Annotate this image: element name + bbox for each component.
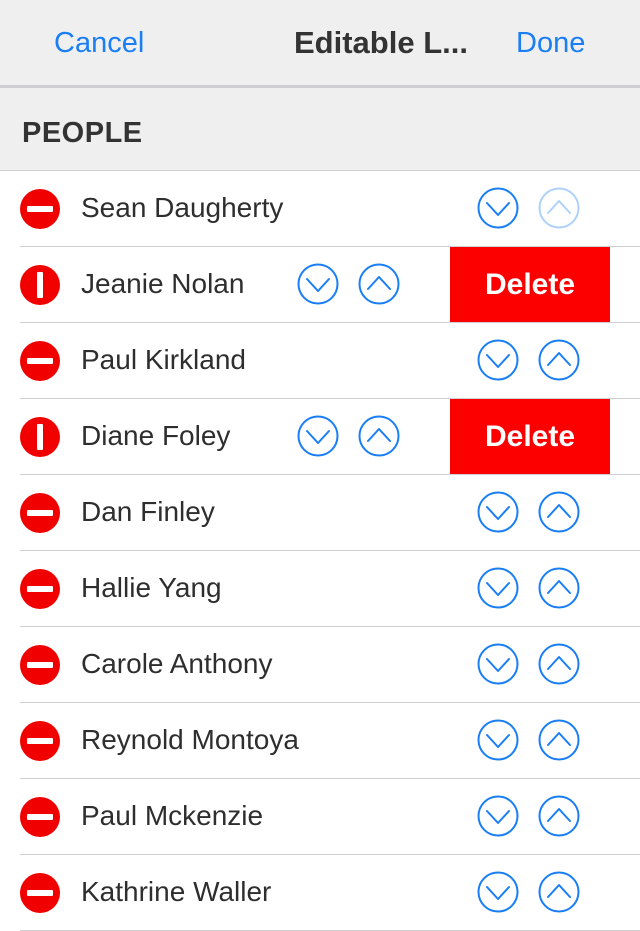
list-item: Paul Mckenzie xyxy=(0,779,640,855)
move-down-icon[interactable] xyxy=(477,795,519,837)
move-up-icon[interactable] xyxy=(538,567,580,609)
move-down-icon[interactable] xyxy=(477,339,519,381)
list-item: Reynold Montoya xyxy=(0,703,640,779)
move-up-icon[interactable] xyxy=(538,643,580,685)
list-item: Sean Daugherty xyxy=(0,171,640,247)
list-item: Carole Anthony xyxy=(0,627,640,703)
move-down-icon[interactable] xyxy=(297,415,339,457)
delete-button[interactable]: Delete xyxy=(450,247,610,322)
remove-icon-glyph xyxy=(27,890,53,896)
remove-icon-glyph xyxy=(27,206,53,212)
person-name: Paul Kirkland xyxy=(81,344,246,375)
move-up-icon[interactable] xyxy=(358,263,400,305)
remove-icon-glyph xyxy=(27,738,53,744)
move-up-icon[interactable] xyxy=(538,871,580,913)
list-item: Diane Foley Delete xyxy=(0,399,640,475)
move-up-icon xyxy=(538,187,580,229)
delete-confirm-icon[interactable] xyxy=(20,265,60,305)
move-down-icon[interactable] xyxy=(477,871,519,913)
person-name: Kathrine Waller xyxy=(81,876,272,907)
remove-icon[interactable] xyxy=(20,569,60,609)
people-list: Sean Daugherty Jeanie Nolan Delete Paul Kir… xyxy=(0,171,640,931)
move-down-icon[interactable] xyxy=(477,567,519,609)
list-item: Paul Kirkland xyxy=(0,323,640,399)
move-down-icon[interactable] xyxy=(477,719,519,761)
move-down-icon[interactable] xyxy=(477,643,519,685)
remove-icon-glyph xyxy=(37,272,43,298)
list-item: Jeanie Nolan Delete xyxy=(0,247,640,323)
person-name: Carole Anthony xyxy=(81,648,273,679)
remove-icon-glyph xyxy=(27,814,53,820)
person-name: Sean Daugherty xyxy=(81,192,284,223)
remove-icon[interactable] xyxy=(20,797,60,837)
remove-icon-glyph xyxy=(27,510,53,516)
page-title: Editable L... xyxy=(294,25,468,60)
remove-icon[interactable] xyxy=(20,873,60,913)
remove-icon[interactable] xyxy=(20,645,60,685)
remove-icon-glyph xyxy=(27,358,53,364)
navigation-bar: Cancel Editable L... Done xyxy=(0,0,640,88)
remove-icon-glyph xyxy=(27,662,53,668)
list-item: Dan Finley xyxy=(0,475,640,551)
person-name: Reynold Montoya xyxy=(81,724,299,755)
done-button[interactable]: Done xyxy=(516,27,585,60)
person-name: Hallie Yang xyxy=(81,572,222,603)
move-down-icon[interactable] xyxy=(297,263,339,305)
move-up-icon[interactable] xyxy=(538,339,580,381)
delete-confirm-icon[interactable] xyxy=(20,417,60,457)
cancel-button[interactable]: Cancel xyxy=(54,27,144,60)
move-down-icon[interactable] xyxy=(477,491,519,533)
remove-icon-glyph xyxy=(27,586,53,592)
remove-icon[interactable] xyxy=(20,341,60,381)
list-item: Hallie Yang xyxy=(0,551,640,627)
remove-icon-glyph xyxy=(37,424,43,450)
move-up-icon[interactable] xyxy=(538,719,580,761)
person-name: Dan Finley xyxy=(81,496,215,527)
remove-icon[interactable] xyxy=(20,189,60,229)
move-up-icon[interactable] xyxy=(538,491,580,533)
person-name: Diane Foley xyxy=(81,420,231,451)
move-up-icon[interactable] xyxy=(358,415,400,457)
remove-icon[interactable] xyxy=(20,493,60,533)
remove-icon[interactable] xyxy=(20,721,60,761)
section-header: PEOPLE xyxy=(0,88,640,171)
list-item: Kathrine Waller xyxy=(0,855,640,931)
move-down-icon[interactable] xyxy=(477,187,519,229)
person-name: Paul Mckenzie xyxy=(81,800,264,831)
delete-button[interactable]: Delete xyxy=(450,399,610,474)
section-title: PEOPLE xyxy=(22,117,143,149)
move-up-icon[interactable] xyxy=(538,795,580,837)
person-name: Jeanie Nolan xyxy=(81,268,245,299)
